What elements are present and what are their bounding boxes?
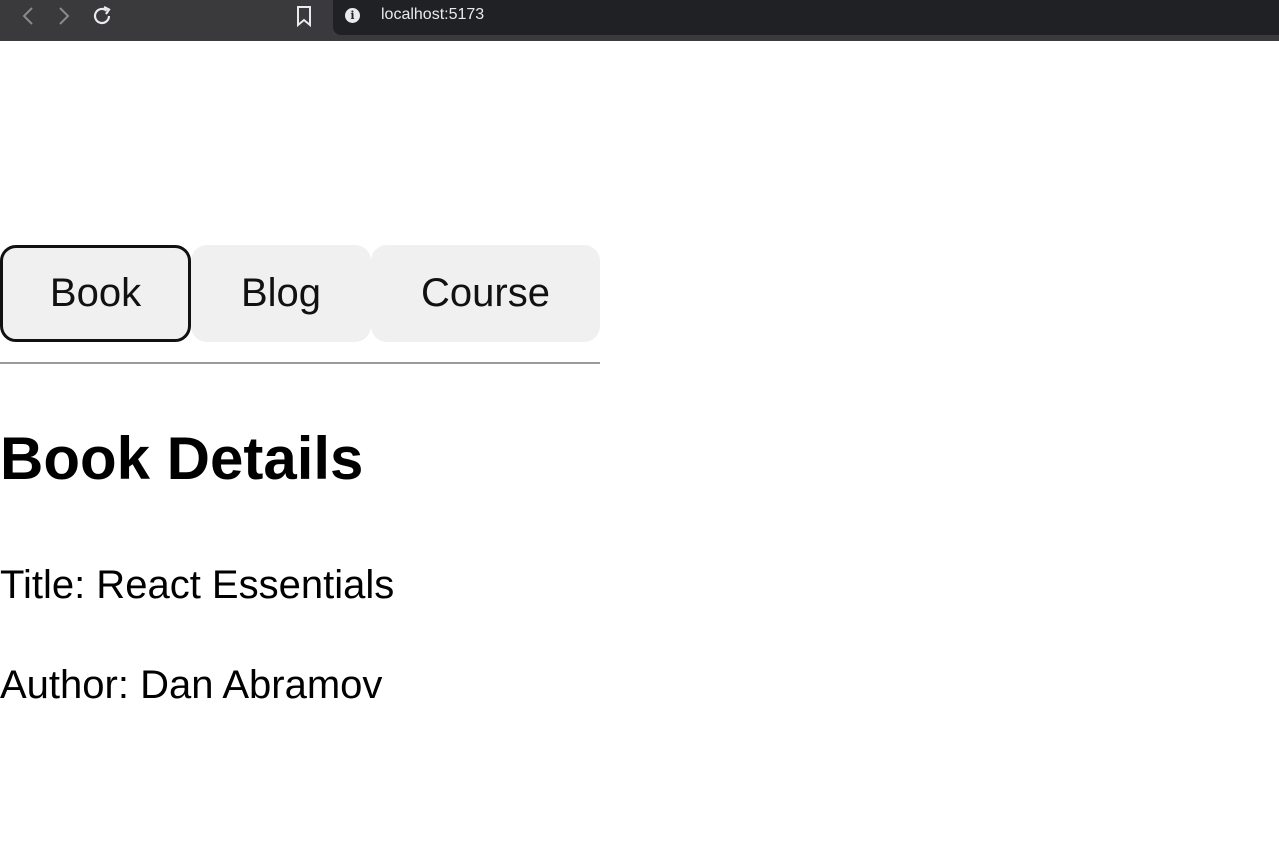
bookmark-icon[interactable] [292,4,316,28]
book-title-text: Title: React Essentials [0,563,395,607]
url-text[interactable]: localhost:5173 [381,6,484,24]
divider [0,362,600,364]
browser-nav-area [0,0,333,41]
tab-course[interactable]: Course [371,245,600,342]
tab-bar: Book Blog Course [0,245,600,342]
reload-icon[interactable] [90,4,114,28]
info-icon[interactable]: i [345,8,360,23]
address-bar-strip [333,35,1279,41]
page-title: Book Details [0,425,364,492]
back-icon[interactable] [16,4,40,28]
forward-icon[interactable] [52,4,76,28]
tab-blog[interactable]: Blog [191,245,371,342]
book-author-text: Author: Dan Abramov [0,663,383,707]
tab-book[interactable]: Book [0,245,191,342]
